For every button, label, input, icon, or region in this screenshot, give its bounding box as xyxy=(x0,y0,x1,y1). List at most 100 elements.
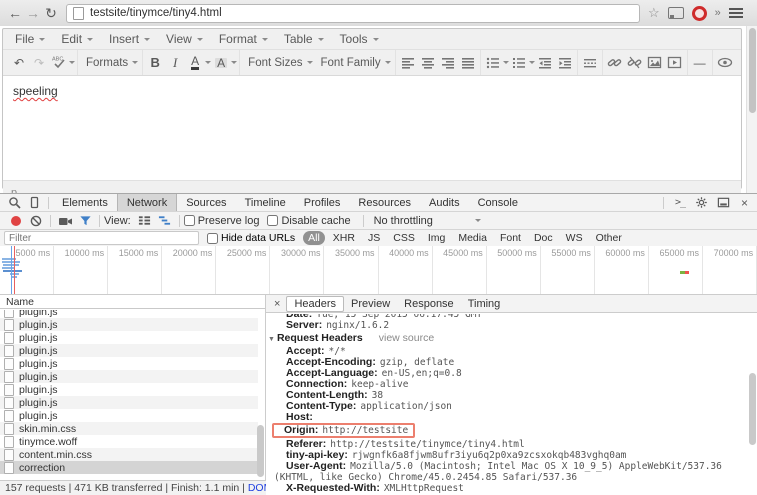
text-color-button[interactable]: A xyxy=(185,53,205,73)
filter-funnel-icon[interactable] xyxy=(75,213,95,229)
request-row[interactable]: plugin.js xyxy=(0,370,258,383)
background-color-button[interactable]: A xyxy=(211,53,231,73)
chevron-down-icon[interactable] xyxy=(231,61,237,67)
devtools-tab[interactable]: Sources xyxy=(177,194,235,211)
justify-button[interactable] xyxy=(458,53,478,73)
devtools-tab[interactable]: Timeline xyxy=(236,194,295,211)
resource-type-filter[interactable]: Doc xyxy=(529,231,558,245)
close-details-icon[interactable]: × xyxy=(268,298,286,310)
horizontal-rule-button[interactable]: — xyxy=(690,53,710,73)
misspelled-word[interactable]: speeling xyxy=(13,84,58,98)
hide-data-urls-checkbox[interactable]: Hide data URLs xyxy=(207,232,295,244)
address-bar[interactable]: testsite/tinymce/tiny4.html xyxy=(66,4,640,23)
hide-data-urls-input[interactable] xyxy=(207,233,218,244)
editor-menu-item[interactable]: Edit xyxy=(53,30,101,48)
font-family-dropdown[interactable]: Font Family xyxy=(315,53,393,73)
resource-type-filter[interactable]: Other xyxy=(591,231,627,245)
resource-type-filter[interactable]: Img xyxy=(423,231,451,245)
bold-button[interactable]: B xyxy=(145,53,165,73)
resource-type-filter[interactable]: All xyxy=(303,231,325,245)
dock-side-icon[interactable] xyxy=(714,195,734,211)
disable-cache-checkbox[interactable]: Disable cache xyxy=(267,215,350,227)
network-overview[interactable]: 5000 ms10000 ms15000 ms20000 ms25000 ms3… xyxy=(0,246,757,295)
request-row[interactable]: plugin.js xyxy=(0,409,258,422)
devtools-tab[interactable]: Resources xyxy=(349,194,420,211)
resource-type-filter[interactable]: JS xyxy=(363,231,385,245)
numbered-list-button[interactable] xyxy=(509,53,529,73)
editor-menu-item[interactable]: View xyxy=(158,30,211,48)
preserve-log-checkbox[interactable]: Preserve log xyxy=(184,215,260,227)
requests-scrollbar-thumb[interactable] xyxy=(257,425,264,477)
outdent-button[interactable] xyxy=(535,53,555,73)
redo-button[interactable]: ↷ xyxy=(29,53,49,73)
chevron-down-icon[interactable] xyxy=(69,61,75,67)
device-mode-icon[interactable] xyxy=(24,195,44,211)
view-source-link[interactable]: view source xyxy=(379,332,434,344)
request-row[interactable]: tinymce.woff xyxy=(0,435,258,448)
insert-link-button[interactable] xyxy=(605,53,625,73)
resource-type-filter[interactable]: XHR xyxy=(328,231,360,245)
devtools-tab[interactable]: Elements xyxy=(53,194,117,211)
remove-link-button[interactable] xyxy=(625,53,645,73)
align-left-button[interactable] xyxy=(398,53,418,73)
insert-media-button[interactable] xyxy=(665,53,685,73)
request-row[interactable]: plugin.js xyxy=(0,310,258,318)
request-row[interactable]: plugin.js xyxy=(0,383,258,396)
filter-input[interactable] xyxy=(4,231,199,245)
editor-menu-item[interactable]: Format xyxy=(211,30,276,48)
indent-button[interactable] xyxy=(555,53,575,73)
view-list-icon[interactable] xyxy=(135,213,155,229)
screenshot-camera-icon[interactable] xyxy=(55,213,75,229)
extension-icon[interactable] xyxy=(692,6,707,21)
details-scrollbar-thumb[interactable] xyxy=(749,373,756,445)
console-drawer-icon[interactable]: >_ xyxy=(670,195,690,211)
page-break-button[interactable] xyxy=(580,53,600,73)
request-row[interactable]: plugin.js xyxy=(0,331,258,344)
bullet-list-button[interactable] xyxy=(483,53,503,73)
devtools-tab[interactable]: Audits xyxy=(420,194,469,211)
devtools-tab[interactable]: Profiles xyxy=(295,194,350,211)
cast-icon[interactable] xyxy=(668,7,684,19)
name-column-header[interactable]: Name xyxy=(0,295,265,309)
request-row[interactable]: plugin.js xyxy=(0,357,258,370)
inspect-element-icon[interactable] xyxy=(4,195,24,211)
resource-type-filter[interactable]: Media xyxy=(453,231,492,245)
request-row[interactable]: correction xyxy=(0,461,258,474)
bookmark-star-icon[interactable]: ☆ xyxy=(648,5,660,21)
throttling-dropdown[interactable]: No throttling xyxy=(368,215,487,227)
scrollbar-thumb[interactable] xyxy=(749,28,756,113)
resource-type-filter[interactable]: Font xyxy=(495,231,526,245)
details-tab[interactable]: Preview xyxy=(344,297,397,311)
undo-button[interactable]: ↶ xyxy=(9,53,29,73)
clear-button[interactable] xyxy=(26,213,46,229)
preview-button[interactable] xyxy=(715,53,735,73)
record-button[interactable] xyxy=(6,213,26,229)
spellcheck-button[interactable]: ABC xyxy=(49,53,69,73)
forward-button[interactable]: → xyxy=(24,5,42,21)
align-center-button[interactable] xyxy=(418,53,438,73)
preserve-log-input[interactable] xyxy=(184,215,195,226)
details-tab[interactable]: Response xyxy=(397,297,461,311)
editor-menu-item[interactable]: Tools xyxy=(332,30,387,48)
italic-button[interactable]: I xyxy=(165,53,185,73)
disable-cache-input[interactable] xyxy=(267,215,278,226)
reload-button[interactable]: ↻ xyxy=(42,5,60,22)
view-waterfall-icon[interactable] xyxy=(155,213,175,229)
extensions-overflow-icon[interactable]: » xyxy=(715,7,721,19)
request-headers-section[interactable]: ▼Request Headersview source xyxy=(266,331,744,346)
page-scrollbar[interactable] xyxy=(746,26,757,193)
details-tab[interactable]: Headers xyxy=(286,296,344,312)
request-row[interactable]: plugin.js xyxy=(0,344,258,357)
insert-image-button[interactable] xyxy=(645,53,665,73)
close-devtools-icon[interactable]: × xyxy=(736,196,753,210)
resource-type-filter[interactable]: CSS xyxy=(388,231,420,245)
gear-icon[interactable] xyxy=(692,195,712,211)
editor-menu-item[interactable]: File xyxy=(7,30,53,48)
editor-content-area[interactable]: speeling xyxy=(3,76,741,180)
align-right-button[interactable] xyxy=(438,53,458,73)
request-row[interactable]: plugin.js xyxy=(0,318,258,331)
browser-menu-icon[interactable] xyxy=(729,6,743,20)
devtools-tab[interactable]: Network xyxy=(117,194,177,211)
request-row[interactable]: skin.min.css xyxy=(0,422,258,435)
editor-menu-item[interactable]: Insert xyxy=(101,30,158,48)
